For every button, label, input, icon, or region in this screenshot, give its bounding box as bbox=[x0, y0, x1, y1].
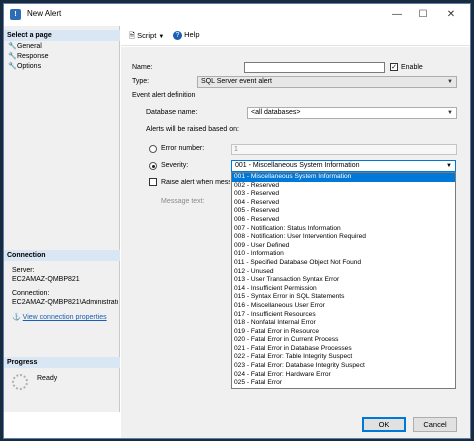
script-label: Script bbox=[137, 31, 157, 40]
dialog-footer: OK Cancel bbox=[121, 412, 470, 438]
minimize-button[interactable]: — bbox=[386, 7, 408, 23]
error-number-input[interactable]: 1 bbox=[231, 144, 457, 155]
page-item-label: Options bbox=[16, 63, 42, 70]
enable-checkbox[interactable]: ✓ bbox=[390, 63, 398, 71]
severity-option[interactable]: 016 - Miscellaneous User Error bbox=[232, 302, 455, 311]
severity-select-value: 001 - Miscellaneous System Information bbox=[235, 162, 360, 169]
severity-option[interactable]: 013 - User Transaction Syntax Error bbox=[232, 276, 455, 285]
title-bar[interactable]: ! New Alert — ☐ ✕ bbox=[4, 4, 470, 26]
severity-option[interactable]: 014 - Insufficient Permission bbox=[232, 285, 455, 294]
help-icon: ? bbox=[173, 31, 182, 40]
severity-option[interactable]: 023 - Fatal Error: Database Integrity Su… bbox=[232, 362, 455, 371]
view-connection-link-text[interactable]: View connection properties bbox=[23, 314, 107, 321]
close-button[interactable]: ✕ bbox=[440, 7, 462, 23]
view-connection-properties-link[interactable]: ⚓ View connection properties bbox=[12, 313, 107, 321]
page-item-label: Response bbox=[16, 53, 49, 60]
page-item-options[interactable]: 🔧 Options bbox=[8, 62, 41, 70]
severity-option[interactable]: 009 - User Defined bbox=[232, 242, 455, 251]
help-button[interactable]: ? Help bbox=[173, 30, 200, 40]
severity-option[interactable]: 007 - Notification: Status Information bbox=[232, 225, 455, 234]
type-select-value: SQL Server event alert bbox=[201, 78, 272, 85]
severity-option[interactable]: 001 - Miscellaneous System Information bbox=[232, 173, 455, 182]
raise-alert-checkbox[interactable] bbox=[149, 178, 157, 186]
severity-option[interactable]: 018 - Nonfatal Internal Error bbox=[232, 319, 455, 328]
severity-radio[interactable] bbox=[149, 162, 157, 170]
progress-status: Ready bbox=[37, 375, 58, 382]
severity-option[interactable]: 025 - Fatal Error bbox=[232, 379, 455, 388]
severity-option[interactable]: 019 - Fatal Error in Resource bbox=[232, 328, 455, 337]
database-name-value: <all databases> bbox=[251, 109, 301, 116]
name-label: Name: bbox=[132, 64, 153, 71]
general-page: Name: ✓ Enable Type: SQL Server event al… bbox=[121, 47, 470, 412]
connection-icon: ⚓ bbox=[12, 314, 21, 321]
severity-option[interactable]: 006 - Reserved bbox=[232, 216, 455, 225]
database-name-select[interactable]: <all databases> ▼ bbox=[247, 107, 457, 119]
severity-option[interactable]: 017 - Insufficient Resources bbox=[232, 311, 455, 320]
severity-option[interactable]: 010 - Information bbox=[232, 250, 455, 259]
type-label: Type: bbox=[132, 78, 150, 85]
page-item-general[interactable]: 🔧 General bbox=[8, 42, 42, 50]
severity-select[interactable]: 001 - Miscellaneous System Information ▼ bbox=[231, 160, 456, 172]
raise-alert-label: Raise alert when messa bbox=[161, 179, 230, 186]
new-alert-window: ! New Alert — ☐ ✕ Select a page 🔧 Genera… bbox=[3, 3, 471, 439]
maximize-button[interactable]: ☐ bbox=[412, 7, 434, 23]
raised-based-on-label: Alerts will be raised based on: bbox=[146, 126, 239, 133]
database-name-label: Database name: bbox=[146, 109, 198, 116]
severity-option[interactable]: 002 - Reserved bbox=[232, 182, 455, 191]
severity-option[interactable]: 003 - Reserved bbox=[232, 190, 455, 199]
severity-option[interactable]: 015 - Syntax Error in SQL Statements bbox=[232, 293, 455, 302]
help-label: Help bbox=[184, 30, 200, 39]
error-number-radio[interactable] bbox=[149, 145, 157, 153]
severity-option[interactable]: 011 - Specified Database Object Not Foun… bbox=[232, 259, 455, 268]
message-text-label: Message text: bbox=[161, 198, 205, 205]
wrench-icon: 🔧 bbox=[8, 63, 17, 70]
cancel-button[interactable]: Cancel bbox=[413, 417, 457, 432]
severity-option[interactable]: 020 - Fatal Error in Current Process bbox=[232, 336, 455, 345]
type-select[interactable]: SQL Server event alert ▼ bbox=[197, 76, 457, 88]
enable-label: Enable bbox=[401, 64, 423, 71]
severity-label: Severity: bbox=[161, 162, 189, 169]
page-item-response[interactable]: 🔧 Response bbox=[8, 52, 48, 60]
name-input[interactable] bbox=[244, 62, 385, 73]
wrench-icon: 🔧 bbox=[8, 53, 17, 60]
toolbar: 🗎 Script ▼ ? Help bbox=[121, 26, 470, 46]
severity-option[interactable]: 004 - Reserved bbox=[232, 199, 455, 208]
progress-spinner-icon bbox=[12, 374, 28, 390]
error-number-label: Error number: bbox=[161, 145, 205, 152]
event-alert-definition-label: Event alert definition bbox=[132, 92, 196, 99]
chevron-down-icon: ▼ bbox=[447, 79, 453, 85]
severity-option[interactable]: 012 - Unused bbox=[232, 268, 455, 277]
page-item-label: General bbox=[16, 43, 42, 50]
connection-label: Connection: bbox=[12, 290, 50, 297]
progress-header: Progress bbox=[4, 357, 120, 368]
ok-button[interactable]: OK bbox=[362, 417, 406, 432]
chevron-down-icon[interactable]: ▼ bbox=[158, 34, 164, 40]
left-panel: Select a page 🔧 General 🔧 Response 🔧 Opt… bbox=[4, 26, 120, 412]
severity-option[interactable]: 021 - Fatal Error in Database Processes bbox=[232, 345, 455, 354]
severity-option[interactable]: 005 - Reserved bbox=[232, 207, 455, 216]
server-label: Server: bbox=[12, 267, 35, 274]
wrench-icon: 🔧 bbox=[8, 43, 17, 50]
chevron-down-icon: ▼ bbox=[446, 163, 452, 169]
connection-value: EC2AMAZ-QMBP821\Administrator bbox=[12, 299, 118, 306]
select-page-header: Select a page bbox=[4, 30, 120, 41]
connection-header: Connection bbox=[4, 250, 120, 261]
chevron-down-icon: ▼ bbox=[447, 110, 453, 116]
alert-icon: ! bbox=[10, 9, 21, 20]
script-button[interactable]: 🗎 Script ▼ bbox=[129, 30, 164, 43]
window-title: New Alert bbox=[27, 9, 62, 18]
severity-option[interactable]: 024 - Fatal Error: Hardware Error bbox=[232, 371, 455, 380]
script-icon: 🗎 bbox=[129, 31, 136, 40]
severity-option[interactable]: 008 - Notification: User Intervention Re… bbox=[232, 233, 455, 242]
severity-option[interactable]: 022 - Fatal Error: Table Integrity Suspe… bbox=[232, 353, 455, 362]
server-value: EC2AMAZ-QMBP821 bbox=[12, 276, 80, 283]
severity-dropdown-list[interactable]: 001 - Miscellaneous System Information 00… bbox=[231, 172, 456, 389]
